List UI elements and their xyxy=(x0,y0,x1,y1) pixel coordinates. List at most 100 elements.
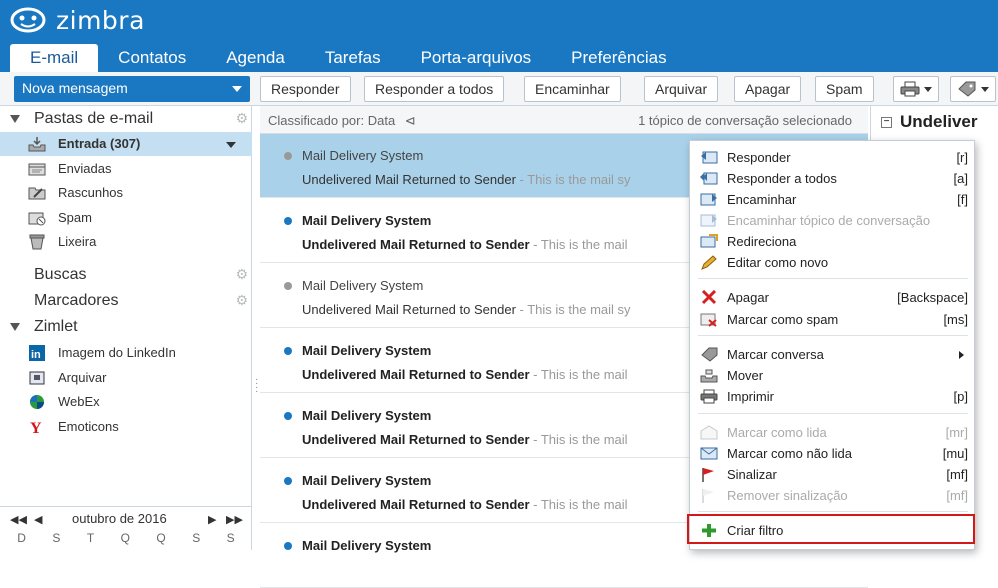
zimlet-item-linkedin[interactable]: in Imagem do LinkedIn xyxy=(0,341,252,365)
menu-item-edit-as-new[interactable]: Editar como novo xyxy=(690,252,974,273)
menu-shortcut: [mu] xyxy=(942,446,968,461)
sent-icon xyxy=(28,163,46,176)
next-year-icon[interactable]: ▶▶ xyxy=(226,513,243,526)
unread-dot[interactable] xyxy=(284,347,292,355)
pencil-icon xyxy=(701,255,717,270)
gear-icon[interactable]: ⚙ xyxy=(235,266,248,283)
zimlet-item-webex[interactable]: WebEx xyxy=(0,390,252,414)
forward-button[interactable]: Encaminhar xyxy=(524,76,621,102)
reply-all-button[interactable]: Responder a todos xyxy=(364,76,505,102)
message-from: Mail Delivery System xyxy=(302,343,432,358)
menu-item-redirect[interactable]: Redireciona xyxy=(690,231,974,252)
menu-item-forward[interactable]: Encaminhar [f] xyxy=(690,189,974,210)
chevron-down-icon[interactable] xyxy=(232,86,242,92)
unread-dot[interactable] xyxy=(284,542,292,550)
collapse-triangle-icon[interactable] xyxy=(10,115,20,123)
gear-icon[interactable]: ⚙ xyxy=(235,110,248,127)
menu-item-reply-all[interactable]: Responder a todos [a] xyxy=(690,168,974,189)
mail-folders-header[interactable]: Pastas de e-mail ⚙ xyxy=(0,108,252,132)
new-message-button[interactable]: Nova mensagem xyxy=(14,76,250,102)
toolbar: Nova mensagem Responder Responder a todo… xyxy=(0,72,998,106)
read-status-dot[interactable] xyxy=(284,282,292,290)
searches-header[interactable]: Buscas ⚙ xyxy=(0,264,252,288)
zimlet-title: Zimlet xyxy=(34,318,78,335)
message-snippet: - This is the mail xyxy=(529,497,628,512)
zimlet-header[interactable]: Zimlet xyxy=(0,316,252,340)
archive-icon xyxy=(29,371,45,385)
menu-label: Encaminhar tópico de conversação xyxy=(727,213,931,228)
prev-month-icon[interactable]: ◀ xyxy=(34,513,42,526)
tag-dropdown-button[interactable] xyxy=(950,76,996,102)
tab-tasks[interactable]: Tarefas xyxy=(305,44,401,72)
tab-preferences[interactable]: Preferências xyxy=(551,44,686,72)
menu-item-tag-conversation[interactable]: Marcar conversa xyxy=(690,344,974,365)
unread-dot[interactable] xyxy=(284,477,292,485)
zimbra-logo-icon xyxy=(10,7,46,33)
unread-dot[interactable] xyxy=(284,412,292,420)
folder-label: Entrada (307) xyxy=(58,136,141,151)
tab-calendar[interactable]: Agenda xyxy=(206,44,305,72)
next-month-icon[interactable]: ▶ xyxy=(208,513,216,526)
spam-button[interactable]: Spam xyxy=(815,76,874,102)
unread-dot[interactable] xyxy=(284,217,292,225)
menu-item-print[interactable]: Imprimir [p] xyxy=(690,386,974,407)
sidebar-item-drafts[interactable]: Rascunhos xyxy=(0,181,252,205)
menu-label: Editar como novo xyxy=(727,255,829,270)
tab-briefcase[interactable]: Porta-arquivos xyxy=(401,44,552,72)
calendar-month[interactable]: outubro de 2016 xyxy=(72,511,167,526)
tags-title: Marcadores xyxy=(34,292,119,309)
zimlet-label: WebEx xyxy=(58,394,100,409)
sidebar-item-sent[interactable]: Enviadas xyxy=(0,157,252,181)
menu-item-move[interactable]: Mover xyxy=(690,365,974,386)
menu-item-delete[interactable]: Apagar [Backspace] xyxy=(690,287,974,308)
menu-item-forward-thread[interactable]: Encaminhar tópico de conversação xyxy=(690,210,974,231)
menu-item-unflag[interactable]: Remover sinalização [mf] xyxy=(690,485,974,506)
searches-title: Buscas xyxy=(34,266,87,283)
message-from: Mail Delivery System xyxy=(302,538,432,553)
menu-item-mark-read[interactable]: Marcar como lida [mr] xyxy=(690,422,974,443)
archive-button[interactable]: Arquivar xyxy=(644,76,719,102)
sidebar-item-inbox[interactable]: Entrada (307) xyxy=(0,132,252,156)
menu-label: Marcar como não lida xyxy=(727,446,852,461)
read-status-dot[interactable] xyxy=(284,152,292,160)
menu-item-flag[interactable]: Sinalizar [mf] xyxy=(690,464,974,485)
reply-button[interactable]: Responder xyxy=(260,76,351,102)
sidebar-item-trash[interactable]: Lixeira xyxy=(0,230,252,254)
gear-icon[interactable]: ⚙ xyxy=(235,292,248,309)
sort-control[interactable]: Classificado por: Data ⊲ xyxy=(268,113,416,129)
zimlet-item-archive[interactable]: Arquivar xyxy=(0,366,252,390)
brand-name: zimbra xyxy=(56,5,145,35)
flag-icon xyxy=(702,468,714,482)
menu-separator xyxy=(698,335,968,336)
menu-shortcut: [mf] xyxy=(946,488,968,503)
zimlet-label: Arquivar xyxy=(58,370,107,385)
tab-contacts[interactable]: Contatos xyxy=(98,44,206,72)
weekday-label: Q xyxy=(156,531,166,545)
drafts-icon xyxy=(28,187,46,200)
folder-label: Lixeira xyxy=(58,234,97,249)
zimbra-logo[interactable]: zimbra xyxy=(10,4,145,36)
zimlet-item-emoticons[interactable]: Y Emoticons xyxy=(0,415,252,439)
sort-arrow-icon: ⊲ xyxy=(404,113,416,128)
collapse-triangle-icon[interactable] xyxy=(10,323,20,331)
read-icon xyxy=(700,425,718,440)
menu-item-mark-unread[interactable]: Marcar como não lida [mu] xyxy=(690,443,974,464)
message-from: Mail Delivery System xyxy=(302,278,424,293)
tags-header[interactable]: Marcadores ⚙ xyxy=(0,290,252,314)
menu-item-mark-spam[interactable]: Marcar como spam [ms] xyxy=(690,309,974,330)
chevron-down-icon xyxy=(924,86,932,92)
prev-year-icon[interactable]: ◀◀ xyxy=(10,513,27,526)
message-subject-line: Undelivered Mail Returned to Sender - Th… xyxy=(302,497,722,512)
chevron-down-icon[interactable] xyxy=(226,142,236,148)
panel-splitter[interactable]: · · · · xyxy=(255,375,258,397)
collapse-icon[interactable]: − xyxy=(881,116,892,128)
menu-label: Sinalizar xyxy=(727,467,777,482)
sidebar-item-spam[interactable]: Spam xyxy=(0,206,252,230)
print-dropdown-button[interactable] xyxy=(893,76,939,102)
delete-button[interactable]: Apagar xyxy=(734,76,802,102)
folder-label: Enviadas xyxy=(58,161,112,176)
tab-email[interactable]: E-mail xyxy=(10,44,99,72)
menu-item-reply[interactable]: Responder [r] xyxy=(690,147,974,168)
menu-label: Encaminhar xyxy=(727,192,797,207)
menu-label: Imprimir xyxy=(727,389,774,404)
